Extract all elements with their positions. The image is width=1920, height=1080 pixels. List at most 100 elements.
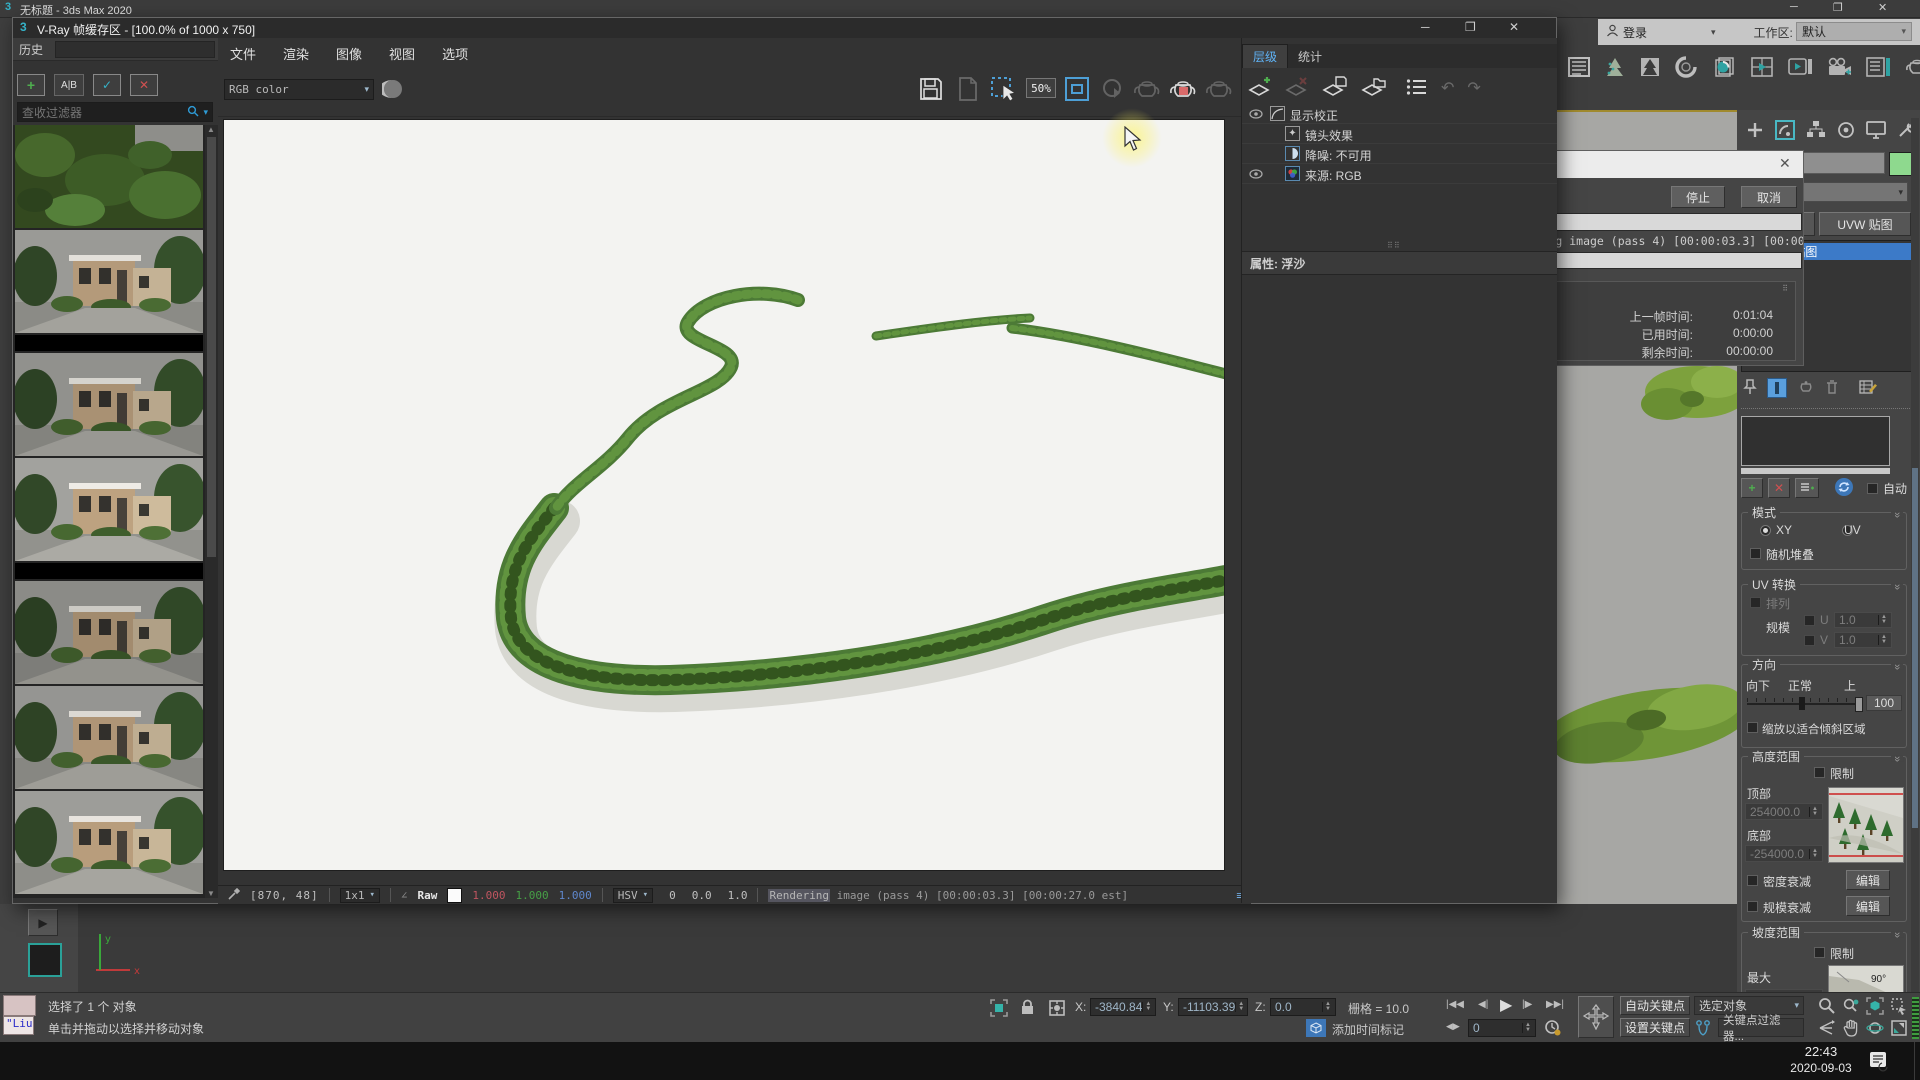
direction-slider-handle[interactable] — [1799, 697, 1805, 710]
time-config-icon[interactable] — [1544, 1019, 1562, 1040]
zoom-region-icon[interactable] — [1890, 997, 1908, 1018]
vfb-titlebar[interactable]: 3 V-Ray 帧缓存区 - [100.0% of 1000 x 750] ─ … — [13, 18, 1556, 39]
density-falloff-checkbox[interactable] — [1747, 875, 1758, 886]
rollout-mode-collapse-icon[interactable]: » — [1891, 512, 1903, 518]
hr-bottom-spinner[interactable]: -254000.0▲▼ — [1745, 845, 1823, 862]
density-falloff-edit-button[interactable]: 编辑 — [1846, 870, 1890, 890]
camera-sequencer-icon[interactable] — [1826, 56, 1852, 81]
notification-center-icon[interactable] — [1868, 1050, 1890, 1075]
prev-frame-button[interactable]: ◀| — [1478, 999, 1488, 1010]
video-preview-icon[interactable] — [1787, 56, 1813, 81]
teapot-render-icon[interactable] — [1168, 78, 1198, 103]
history-scrollbar[interactable]: ▲ ▼ — [205, 125, 218, 898]
z-coordinate-field[interactable]: 0.0▲▼ — [1270, 998, 1336, 1016]
vfb-window[interactable]: 3 V-Ray 帧缓存区 - [100.0% of 1000 x 750] ─ … — [12, 17, 1557, 904]
tab-hierarchy[interactable] — [1805, 120, 1827, 143]
rollout-dir-collapse-icon[interactable]: » — [1891, 664, 1903, 670]
command-panel-scrollbar[interactable] — [1911, 118, 1919, 992]
history-scrollbar-thumb[interactable] — [207, 137, 216, 557]
rollout-sr-title[interactable]: 坡度范围 — [1748, 924, 1804, 941]
layer-row-lens-effects[interactable]: ✦ 镜头效果 — [1242, 124, 1557, 144]
history-thumbnail[interactable] — [15, 458, 203, 561]
vfb-maximize-button[interactable]: ❐ — [1465, 20, 1476, 34]
refresh-button[interactable] — [1834, 477, 1854, 500]
zoom-badge-button[interactable]: 50% — [1026, 78, 1056, 98]
layer-load-icon[interactable] — [1361, 76, 1387, 101]
u-spinner-arrows[interactable]: ▲▼ — [1878, 615, 1887, 625]
history-filter-input[interactable]: 查收过滤器 ▾ — [17, 102, 213, 122]
set-key-button[interactable]: 设置关键点 — [1620, 1018, 1690, 1037]
auto-checkbox[interactable] — [1867, 483, 1878, 494]
configure-modifier-sets-icon[interactable] — [1859, 379, 1877, 398]
v-scale-spinner[interactable]: 1.0▲▼ — [1834, 632, 1892, 648]
mode-xy-radio[interactable] — [1760, 525, 1771, 536]
workspace-select[interactable]: 默认 ▾ — [1796, 22, 1912, 41]
mini-play-button[interactable]: ▶ — [28, 909, 58, 936]
maxscript-mini-listener-top[interactable] — [3, 995, 36, 1016]
add-time-tag-label[interactable]: 添加时间标记 — [1332, 1021, 1404, 1038]
zoom-icon[interactable] — [1818, 997, 1836, 1018]
history-thumbnail[interactable] — [15, 125, 203, 228]
orbit-icon[interactable] — [1866, 1019, 1884, 1040]
fit-slope-checkbox[interactable] — [1747, 722, 1758, 733]
save-image-icon[interactable] — [918, 76, 944, 105]
fov-icon[interactable] — [1818, 1019, 1836, 1040]
menu-image[interactable]: 图像 — [336, 44, 362, 63]
remove-modifier-icon[interactable] — [1825, 379, 1839, 398]
max-maximize-button[interactable]: ❐ — [1833, 1, 1843, 14]
delete-item-button[interactable]: ✕ — [1768, 478, 1790, 498]
layer-delete-icon[interactable] — [1285, 76, 1309, 101]
mini-teal-box[interactable] — [28, 943, 62, 977]
maxscript-mini-listener-bottom[interactable]: "Liu — [3, 1016, 34, 1035]
y-coordinate-field[interactable]: -11103.39▲▼ — [1178, 998, 1248, 1016]
render-box-icon[interactable] — [1750, 56, 1774, 81]
channel-select[interactable]: RGB color ▾ — [224, 79, 374, 100]
rollout-hr-title[interactable]: 高度范围 — [1748, 748, 1804, 765]
random-stack-checkbox[interactable] — [1750, 548, 1761, 559]
rollout-uvt-collapse-icon[interactable]: » — [1891, 584, 1903, 590]
teapot-tool-icon[interactable] — [1904, 57, 1920, 80]
current-frame-field[interactable]: 0▲▼ — [1468, 1019, 1536, 1037]
tab-motion[interactable] — [1836, 120, 1856, 143]
tab-create[interactable] — [1745, 120, 1765, 143]
vfb-minimize-button[interactable]: ─ — [1421, 20, 1430, 34]
colorspace-select[interactable]: HSV▾ — [613, 888, 653, 903]
menu-file[interactable]: 文件 — [230, 44, 256, 63]
layer-row-display-correction[interactable]: 显示校正 — [1242, 104, 1557, 124]
tab-stats[interactable]: 统计 — [1288, 45, 1332, 68]
tab-modify[interactable] — [1774, 119, 1796, 144]
go-end-button[interactable]: ▶▶| — [1546, 999, 1564, 1010]
history-ab-compare-button[interactable]: A|B — [54, 74, 84, 96]
scale-falloff-edit-button[interactable]: 编辑 — [1846, 896, 1890, 916]
dialog-close-icon[interactable]: ✕ — [1779, 155, 1791, 172]
arrange-checkbox[interactable] — [1750, 597, 1761, 608]
rollout-uvt-title[interactable]: UV 转换 — [1748, 576, 1800, 593]
pin-stack-icon[interactable] — [1743, 379, 1757, 398]
history-thumbnail[interactable] — [15, 353, 203, 456]
layer-row-source[interactable]: 来源: RGB — [1242, 164, 1557, 184]
menu-render[interactable]: 渲染 — [283, 44, 309, 63]
tree-box-tool-icon[interactable] — [1639, 56, 1661, 81]
layer-explorer-icon[interactable] — [1567, 56, 1591, 81]
rollout-hr-collapse-icon[interactable]: » — [1891, 756, 1903, 762]
filter-dropdown-icon[interactable]: ▾ — [203, 107, 208, 118]
region-render-icon[interactable] — [1064, 76, 1090, 105]
command-panel-scrollbar-thumb[interactable] — [1912, 468, 1918, 828]
auto-key-button[interactable]: 自动关键点 — [1620, 996, 1690, 1015]
hr-top-spinner[interactable]: 254000.0▲▼ — [1745, 803, 1823, 820]
eye-icon[interactable] — [1249, 108, 1263, 122]
tree-tool-icon[interactable] — [1604, 56, 1626, 81]
go-start-button[interactable]: |◀◀ — [1446, 999, 1464, 1010]
cancel-button[interactable]: 取消 — [1741, 186, 1797, 208]
rollout-mode-title[interactable]: 模式 — [1748, 504, 1780, 521]
history-save-button[interactable]: + — [17, 74, 45, 96]
scene-explorer-icon[interactable] — [1865, 56, 1891, 81]
copy-image-icon[interactable] — [956, 76, 980, 105]
taskbar-clock[interactable]: 22:43 2020-09-03 — [1786, 1044, 1856, 1076]
history-thumbnail[interactable] — [15, 581, 203, 684]
set-keys-icon[interactable] — [1694, 1018, 1714, 1040]
modifier-set-button-uvw[interactable]: UVW 贴图 — [1819, 212, 1911, 236]
hr-limit-checkbox[interactable] — [1814, 767, 1825, 778]
selection-lock-icon[interactable] — [1020, 999, 1035, 1019]
tab-layers[interactable]: 层级 — [1242, 44, 1288, 68]
